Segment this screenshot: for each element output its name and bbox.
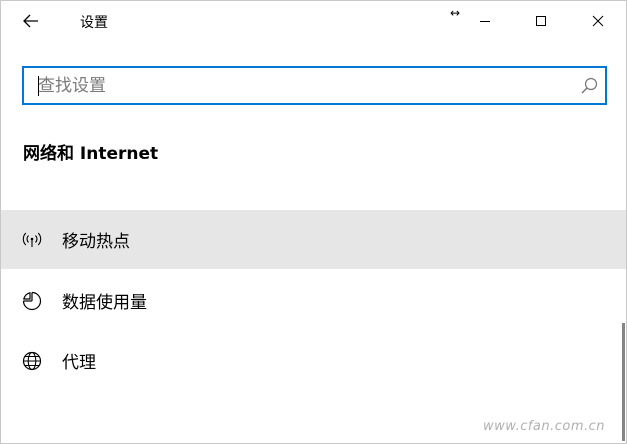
back-button[interactable] bbox=[9, 5, 53, 37]
nav-item-mobile-hotspot[interactable]: 移动热点 bbox=[1, 210, 626, 269]
text-caret bbox=[38, 76, 39, 96]
watermark-text: www.cfan.com.cn bbox=[483, 419, 606, 434]
minimize-button[interactable] bbox=[462, 1, 508, 41]
nav-item-proxy[interactable]: 代理 bbox=[1, 331, 626, 390]
nav-item-label: 代理 bbox=[62, 353, 96, 373]
search-input[interactable] bbox=[38, 68, 568, 103]
section-title: 网络和 Internet bbox=[23, 144, 159, 164]
globe-icon bbox=[21, 350, 43, 372]
back-arrow-icon bbox=[23, 14, 38, 28]
close-icon bbox=[592, 15, 604, 27]
minimize-icon bbox=[480, 21, 490, 22]
nav-item-data-usage[interactable]: 数据使用量 bbox=[1, 271, 626, 330]
resize-cursor-icon: ↔ bbox=[450, 6, 461, 20]
settings-window: 设置 ↔ 网络和 Internet bbox=[0, 0, 627, 444]
title-bar: 设置 ↔ bbox=[1, 1, 626, 41]
mobile-hotspot-icon bbox=[21, 229, 43, 251]
window-title: 设置 bbox=[80, 15, 108, 31]
nav-item-label: 移动热点 bbox=[62, 232, 130, 252]
maximize-button[interactable] bbox=[518, 1, 564, 41]
close-button[interactable] bbox=[575, 1, 621, 41]
search-icon[interactable] bbox=[579, 76, 599, 96]
scrollbar-thumb[interactable] bbox=[622, 323, 625, 441]
search-box[interactable] bbox=[22, 66, 607, 105]
data-usage-icon bbox=[21, 290, 43, 312]
maximize-icon bbox=[536, 16, 546, 26]
nav-item-label: 数据使用量 bbox=[62, 293, 147, 313]
